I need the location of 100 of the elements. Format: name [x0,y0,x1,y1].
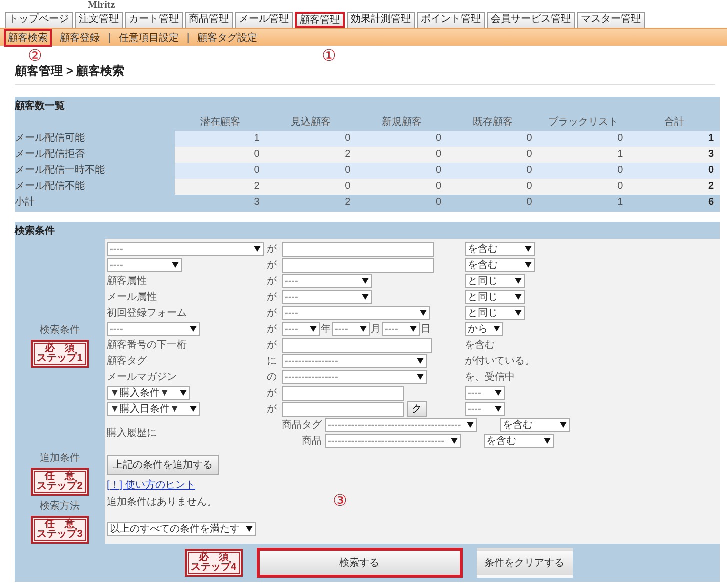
clear-conditions-button[interactable]: 条件をクリアする [476,548,573,578]
dropdown[interactable]: ---- [282,290,372,304]
field-label: 顧客属性 [107,274,148,288]
table-cell: 0 [356,163,448,179]
particle-text: の [267,371,278,384]
caret-icon [310,326,317,332]
row-label: 小計 [15,196,36,210]
search-button[interactable]: 検索する [256,548,463,578]
column-header: 合計 [664,116,686,130]
nav-tab[interactable]: カート管理 [125,12,183,28]
caret-icon [190,406,197,412]
nav-tab[interactable]: 注文管理 [75,12,123,28]
dropdown[interactable]: ▼購入条件▼ [107,386,190,400]
caret-icon [525,262,532,268]
dropdown[interactable]: ---------------- [282,370,427,384]
table-cell: 0 [538,131,630,147]
dropdown[interactable]: ---- [465,402,505,416]
table-cell: 0 [175,147,266,163]
input-field[interactable] [282,386,404,400]
nav-tab[interactable]: ポイント管理 [417,12,485,28]
dropdown[interactable]: ---- [107,242,264,256]
dropdown[interactable]: と同じ [465,274,525,288]
particle-text: が [267,291,278,304]
field-label: メールマガジン [107,371,178,384]
section-title: 検索条件 [15,224,56,239]
dropdown[interactable]: ---- [382,322,420,336]
dropdown[interactable]: ---------------- [282,354,427,368]
dropdown[interactable]: ---- [107,258,182,272]
hint-link[interactable]: [！] 使い方のヒント [107,478,196,492]
field-label: 初回登録フォーム [107,306,188,320]
table-cell: 3 [629,147,720,163]
input-field[interactable] [282,258,434,272]
dropdown[interactable]: を含む [465,242,535,256]
table-cell: 2 [175,179,266,195]
table-cell-text: 0 [434,196,442,210]
caret-icon [420,310,427,316]
table-cell: 0 [629,163,720,179]
add-condition-button[interactable]: 上記の条件を追加する [107,455,219,475]
sub-nav-link[interactable]: 顧客検索 [4,28,52,46]
dropdown[interactable]: を含む [465,258,535,272]
column-header: ブラックリスト [548,116,620,130]
dropdown[interactable]: ---- [282,322,320,336]
caret-icon [360,326,367,332]
dropdown[interactable]: ▼購入日条件▼ [107,402,200,416]
input-field[interactable] [282,338,432,352]
breadcrumb: 顧客管理 > 顧客検索 [15,63,715,85]
dropdown[interactable]: ---- [282,274,372,288]
sub-nav-link[interactable]: 任意項目設定 [114,28,183,46]
input-field[interactable] [282,242,434,256]
row-label: メール配信一時不能 [15,164,106,178]
nav-tab[interactable]: マスター管理 [577,12,645,28]
particle-text: が [267,387,278,400]
sub-nav-link[interactable]: 顧客登録 [56,28,104,46]
table-cell: 0 [356,147,448,163]
caret-icon [410,326,417,332]
nav-tab[interactable]: 会員サービス管理 [487,12,575,28]
step-badge: 任 意 ステップ2 [31,468,89,496]
dropdown[interactable]: ----------------------------------- [325,434,461,448]
dropdown[interactable]: と同じ [465,306,525,320]
table-cell-text: 3 [253,196,261,210]
column-header: 見込顧客 [290,116,332,130]
dropdown[interactable]: を含む [500,418,570,432]
nav-tab[interactable]: メール管理 [235,12,293,28]
table-cell: 0 [266,179,357,195]
particle-text: が [267,323,278,336]
dropdown[interactable]: ---- [332,322,370,336]
dropdown[interactable]: から [465,322,503,336]
caret-icon [467,422,474,428]
dropdown[interactable]: ---- [107,322,200,336]
dropdown[interactable]: ---- [465,386,505,400]
caret-icon [254,246,261,252]
nav-tab[interactable]: 商品管理 [185,12,233,28]
logo-text: Mlritz [87,0,116,12]
particle-text: が [267,243,278,256]
row-label: メール配信拒否 [15,148,86,162]
dropdown[interactable]: 以上のすべての条件を満たす [107,522,256,536]
dropdown[interactable]: ---------------------------------------- [325,418,478,432]
sub-nav-link[interactable]: 顧客タグ設定 [194,28,262,46]
input-field[interactable] [282,402,404,416]
caret-icon [495,406,502,412]
unit-label: 年 [321,323,331,336]
no-conditions-text: 追加条件はありません。 [107,496,217,509]
nav-tab[interactable]: 効果計測管理 [347,12,415,28]
dropdown[interactable]: を含む [484,434,554,448]
caret-icon [417,358,424,364]
dropdown[interactable]: ---- [282,306,430,320]
caret-icon [515,310,522,316]
step-badge: 必 須 ステップ4 [185,549,243,577]
field-label: 商品 [301,434,322,448]
dropdown[interactable]: と同じ [465,290,525,304]
caret-icon [560,422,568,428]
annotation-number: ② [28,49,42,65]
caret-icon [525,246,532,252]
unit-label: 日 [421,323,431,336]
field-label: メール属性 [107,290,158,304]
table-cell: 0 [356,131,448,147]
clear-button[interactable]: ク [407,401,427,417]
annotation-number: ③ [333,494,348,510]
nav-tab[interactable]: トップページ [5,12,73,28]
table-cell: 1 [629,131,720,147]
